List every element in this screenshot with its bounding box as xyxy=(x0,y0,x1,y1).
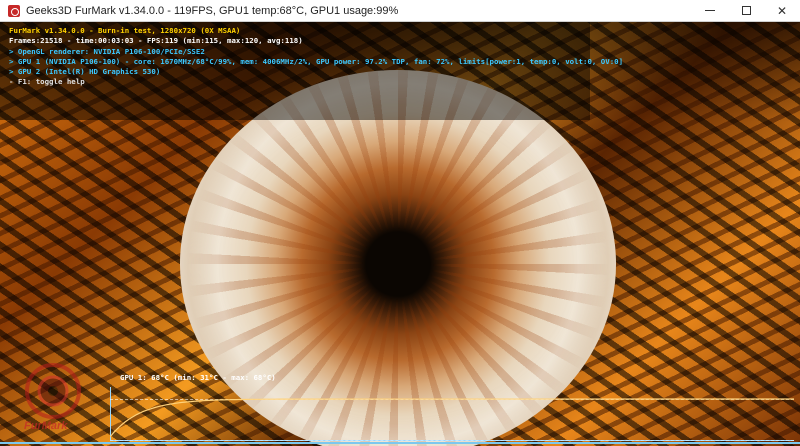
furmark-window: Geeks3D FurMark v1.34.0.0 - 119FPS, GPU1… xyxy=(0,0,800,446)
minimize-button[interactable] xyxy=(692,0,728,21)
render-viewport[interactable]: FurMark v1.34.0.0 - Burn-in test, 1280x7… xyxy=(0,22,800,446)
furmark-logo-text: FurMark xyxy=(24,420,68,432)
minimize-icon xyxy=(705,10,715,11)
window-title: Geeks3D FurMark v1.34.0.0 - 119FPS, GPU1… xyxy=(26,4,399,17)
hud-overlay: FurMark v1.34.0.0 - Burn-in test, 1280x7… xyxy=(9,26,623,88)
furmark-app-icon xyxy=(8,4,20,17)
maximize-button[interactable] xyxy=(728,0,764,21)
temperature-graph: GPU 1: 68°C (min: 31°C - max: 68°C) xyxy=(110,373,794,441)
temperature-curve xyxy=(110,398,794,438)
hud-renderer-line: > OpenGL renderer: NVIDIA P106-100/PCIe/… xyxy=(9,46,205,56)
hud-gpu2-line: > GPU 2 (Intel(R) HD Graphics 530) xyxy=(9,67,161,77)
title-bar[interactable]: Geeks3D FurMark v1.34.0.0 - 119FPS, GPU1… xyxy=(0,0,800,22)
close-button[interactable]: ✕ xyxy=(764,0,800,21)
bottom-progress-line xyxy=(0,442,800,444)
close-icon: ✕ xyxy=(776,3,788,18)
hud-gpu1-line: > GPU 1 (NVIDIA P106-100) - core: 1670MH… xyxy=(9,56,624,66)
hud-title-line: FurMark v1.34.0.0 - Burn-in test, 1280x7… xyxy=(9,26,241,35)
hud-frames-line: Frames:21518 - time:00:03:03 - FPS:119 (… xyxy=(9,36,303,46)
hud-help-line: - F1: toggle help xyxy=(9,77,85,87)
temperature-graph-label: GPU 1: 68°C (min: 31°C - max: 68°C) xyxy=(120,373,276,382)
temperature-curve-canvas xyxy=(110,398,794,438)
maximize-icon xyxy=(741,6,751,15)
furmark-logo-icon xyxy=(25,363,81,419)
